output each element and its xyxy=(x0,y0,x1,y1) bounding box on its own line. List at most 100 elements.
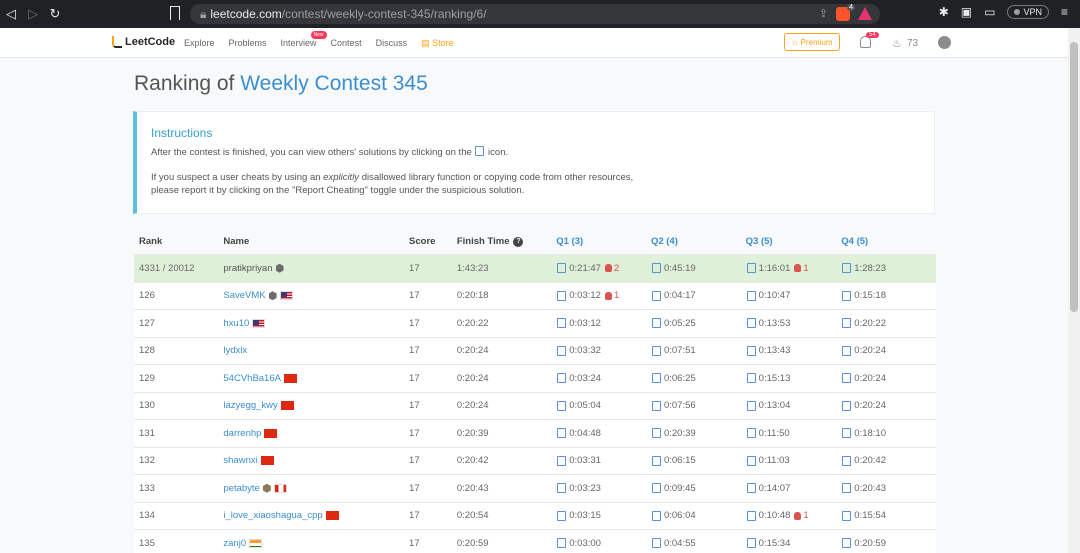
q1-cell[interactable]: 0:03:15 xyxy=(556,510,651,521)
menu-icon[interactable]: ≡ xyxy=(1061,5,1068,19)
solution-doc-icon[interactable] xyxy=(746,290,756,301)
username[interactable]: petabyte xyxy=(223,483,259,494)
q4-cell[interactable]: 0:20:59 xyxy=(841,538,936,549)
solution-doc-icon[interactable] xyxy=(746,263,756,274)
solution-doc-icon[interactable] xyxy=(842,400,852,411)
solution-doc-icon[interactable] xyxy=(557,373,567,384)
solution-doc-icon[interactable] xyxy=(651,373,661,384)
contest-title-link[interactable]: Weekly Contest 345 xyxy=(240,72,428,95)
extensions-icon[interactable]: ✱ xyxy=(939,5,949,19)
q3-cell[interactable]: 0:13:43 xyxy=(746,345,842,356)
nav-explore[interactable]: Explore xyxy=(184,38,215,49)
solution-doc-icon[interactable] xyxy=(651,400,661,411)
q2-cell[interactable]: 0:07:56 xyxy=(651,400,746,411)
q3-cell[interactable]: 0:13:04 xyxy=(746,400,842,411)
username[interactable]: pratikpriyan xyxy=(223,263,272,274)
q1-cell[interactable]: 0:03:32 xyxy=(556,345,651,356)
leetcode-logo[interactable]: LeetCode xyxy=(112,36,175,48)
q1-cell[interactable]: 0:05:04 xyxy=(556,400,651,411)
solution-doc-icon[interactable] xyxy=(557,345,567,356)
solution-doc-icon[interactable] xyxy=(557,510,567,521)
q4-cell[interactable]: 0:18:10 xyxy=(841,428,936,439)
q4-cell[interactable]: 0:20:24 xyxy=(841,373,936,384)
solution-doc-icon[interactable] xyxy=(746,455,756,466)
username[interactable]: darrenhp xyxy=(223,428,261,439)
q4-cell[interactable]: 0:20:42 xyxy=(841,455,936,466)
q1-cell[interactable]: 0:03:23 xyxy=(556,483,651,494)
username[interactable]: shawnxi xyxy=(223,455,257,466)
nav-store[interactable]: ▤ Store xyxy=(421,38,454,49)
q1-cell[interactable]: 0:03:31 xyxy=(556,455,651,466)
brave-rewards-icon[interactable] xyxy=(858,7,872,20)
streak-fire-icon[interactable]: ♨ xyxy=(892,37,902,50)
nav-discuss[interactable]: Discuss xyxy=(376,38,408,49)
q2-cell[interactable]: 0:09:45 xyxy=(651,483,746,494)
solution-doc-icon[interactable] xyxy=(842,373,852,384)
solution-doc-icon[interactable] xyxy=(651,318,661,329)
solution-doc-icon[interactable] xyxy=(651,538,661,549)
q4-cell[interactable]: 0:15:18 xyxy=(841,290,936,301)
q2-cell[interactable]: 0:06:04 xyxy=(651,510,746,521)
solution-doc-icon[interactable] xyxy=(557,263,567,274)
q4-cell[interactable]: 0:20:24 xyxy=(841,400,936,411)
solution-doc-icon[interactable] xyxy=(557,400,567,411)
wallet-icon[interactable]: ▭ xyxy=(984,5,995,19)
nav-interview[interactable]: Interview New xyxy=(281,31,327,49)
solution-doc-icon[interactable] xyxy=(842,455,852,466)
header-q2[interactable]: Q2 (4) xyxy=(651,236,746,247)
reload-icon[interactable]: ↻ xyxy=(44,0,66,28)
username[interactable]: zanj0 xyxy=(223,538,246,549)
q1-cell[interactable]: 0:03:12 1 xyxy=(556,290,651,301)
solution-doc-icon[interactable] xyxy=(842,428,852,439)
solution-doc-icon[interactable] xyxy=(842,290,852,301)
brave-shield-icon[interactable]: 4 xyxy=(836,4,855,21)
q4-cell[interactable]: 0:20:22 xyxy=(841,318,936,329)
username[interactable]: hxu10 xyxy=(223,318,249,329)
back-icon[interactable]: ◁ xyxy=(0,0,22,28)
sidebar-icon[interactable]: ▣ xyxy=(961,5,972,19)
solution-doc-icon[interactable] xyxy=(651,455,661,466)
q1-cell[interactable]: 0:03:24 xyxy=(556,373,651,384)
q2-cell[interactable]: 0:04:17 xyxy=(651,290,746,301)
solution-doc-icon[interactable] xyxy=(651,428,661,439)
solution-doc-icon[interactable] xyxy=(842,263,852,274)
share-icon[interactable]: ⇪ xyxy=(819,7,828,21)
q3-cell[interactable]: 0:14:07 xyxy=(746,483,842,494)
solution-doc-icon[interactable] xyxy=(651,345,661,356)
solution-doc-icon[interactable] xyxy=(651,483,661,494)
solution-doc-icon[interactable] xyxy=(557,483,567,494)
scrollbar-thumb[interactable] xyxy=(1070,42,1078,312)
q1-cell[interactable]: 0:21:47 2 xyxy=(556,263,651,274)
page-scrollbar[interactable] xyxy=(1068,28,1080,553)
header-q1[interactable]: Q1 (3) xyxy=(556,236,651,247)
solution-doc-icon[interactable] xyxy=(842,483,852,494)
solution-doc-icon[interactable] xyxy=(746,538,756,549)
header-q4[interactable]: Q4 (5) xyxy=(841,236,936,247)
q3-cell[interactable]: 0:10:48 1 xyxy=(746,510,842,521)
solution-doc-icon[interactable] xyxy=(746,345,756,356)
solution-doc-icon[interactable] xyxy=(746,318,756,329)
help-icon[interactable]: ? xyxy=(513,236,524,247)
solution-doc-icon[interactable] xyxy=(842,510,852,521)
user-avatar[interactable] xyxy=(938,36,951,49)
solution-doc-icon[interactable] xyxy=(842,345,852,356)
vpn-button[interactable]: VPN xyxy=(1007,5,1049,19)
forward-icon[interactable]: ▷ xyxy=(22,0,44,28)
solution-doc-icon[interactable] xyxy=(557,538,567,549)
solution-doc-icon[interactable] xyxy=(746,483,756,494)
solution-doc-icon[interactable] xyxy=(842,538,852,549)
address-bar[interactable]: 🔒︎ leetcode.com/contest/weekly-contest-3… xyxy=(190,4,880,24)
q2-cell[interactable]: 0:04:55 xyxy=(651,538,746,549)
q4-cell[interactable]: 0:20:24 xyxy=(841,345,936,356)
q2-cell[interactable]: 0:07:51 xyxy=(651,345,746,356)
q3-cell[interactable]: 0:11:50 xyxy=(746,428,842,439)
premium-button[interactable]: ☆ Premium xyxy=(784,33,840,51)
q4-cell[interactable]: 0:15:54 xyxy=(841,510,936,521)
q3-cell[interactable]: 0:15:34 xyxy=(746,538,842,549)
solution-doc-icon[interactable] xyxy=(557,318,567,329)
q1-cell[interactable]: 0:04:48 xyxy=(556,428,651,439)
q2-cell[interactable]: 0:06:15 xyxy=(651,455,746,466)
solution-doc-icon[interactable] xyxy=(746,373,756,384)
username[interactable]: lydxlx xyxy=(223,345,247,356)
q2-cell[interactable]: 0:06:25 xyxy=(651,373,746,384)
